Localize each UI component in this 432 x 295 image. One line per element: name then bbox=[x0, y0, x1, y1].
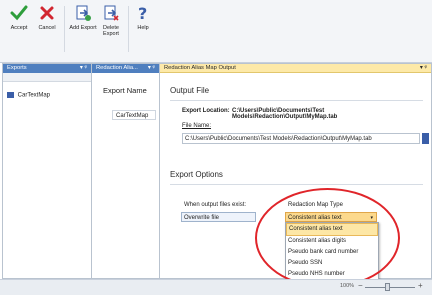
help-question-icon: ? bbox=[134, 4, 152, 23]
svg-text:?: ? bbox=[138, 4, 147, 22]
ribbon-toolbar: Accept Cancel Add Export Delete Export ?… bbox=[0, 0, 432, 63]
pin-icon[interactable]: ▾ ᵠ bbox=[148, 64, 155, 73]
filename-input[interactable]: C:\Users\Public\Documents\Test Models\Re… bbox=[182, 133, 420, 144]
export-name-cell[interactable]: CarTextMap bbox=[112, 110, 156, 120]
browse-button[interactable] bbox=[422, 133, 429, 144]
divider bbox=[170, 184, 423, 185]
zoom-in-icon[interactable]: + bbox=[418, 281, 423, 290]
when-exists-label: When output files exist: bbox=[184, 202, 247, 208]
export-location-value: C:\Users\Public\Documents\Test Models\Re… bbox=[232, 108, 338, 120]
zoom-slider-track[interactable] bbox=[365, 287, 415, 288]
section-export-options: Export Options bbox=[170, 170, 223, 179]
ribbon-separator bbox=[64, 6, 65, 52]
divider bbox=[170, 100, 423, 101]
export-location-label: Export Location: bbox=[182, 108, 230, 114]
when-exists-select[interactable]: Overwrite file bbox=[181, 212, 256, 222]
delete-export-icon bbox=[102, 4, 120, 22]
tree-item-cartextmap[interactable]: CarTextMap bbox=[7, 92, 50, 99]
red-annotation-circle bbox=[255, 188, 400, 288]
zoom-level: 100% bbox=[340, 283, 355, 289]
exports-toolbar bbox=[3, 73, 91, 82]
help-button[interactable]: ? Help bbox=[128, 4, 158, 31]
cancel-button[interactable]: Cancel bbox=[32, 4, 62, 31]
pin-icon[interactable]: ▾ ᵠ bbox=[80, 64, 87, 73]
delete-export-button[interactable]: Delete Export bbox=[96, 4, 126, 37]
zoom-out-icon[interactable]: − bbox=[358, 281, 363, 290]
accept-button[interactable]: Accept bbox=[4, 4, 34, 31]
alias-panel-header: Redaction Alia... ▾ ᵠ bbox=[92, 64, 159, 73]
status-bar: 100% − + bbox=[0, 279, 432, 295]
filename-label: File Name: bbox=[182, 123, 212, 129]
add-export-button[interactable]: Add Export bbox=[68, 4, 98, 31]
output-panel-header: Redaction Alias Map Output ▾ ᵠ bbox=[160, 64, 431, 73]
exports-panel: Exports ▾ ᵠ CarTextMap bbox=[2, 63, 92, 279]
pin-icon[interactable]: ▾ ᵠ bbox=[420, 64, 427, 73]
column-export-name: Export Name bbox=[103, 86, 147, 95]
add-export-icon bbox=[74, 4, 92, 22]
cancel-x-icon bbox=[38, 4, 56, 22]
map-icon bbox=[7, 92, 14, 98]
section-output-file: Output File bbox=[170, 86, 210, 95]
zoom-slider-thumb[interactable] bbox=[385, 283, 390, 291]
exports-panel-header: Exports ▾ ᵠ bbox=[3, 64, 91, 73]
accept-check-icon bbox=[10, 4, 28, 22]
redaction-alias-panel: Redaction Alia... ▾ ᵠ Export Name CarTex… bbox=[91, 63, 160, 279]
